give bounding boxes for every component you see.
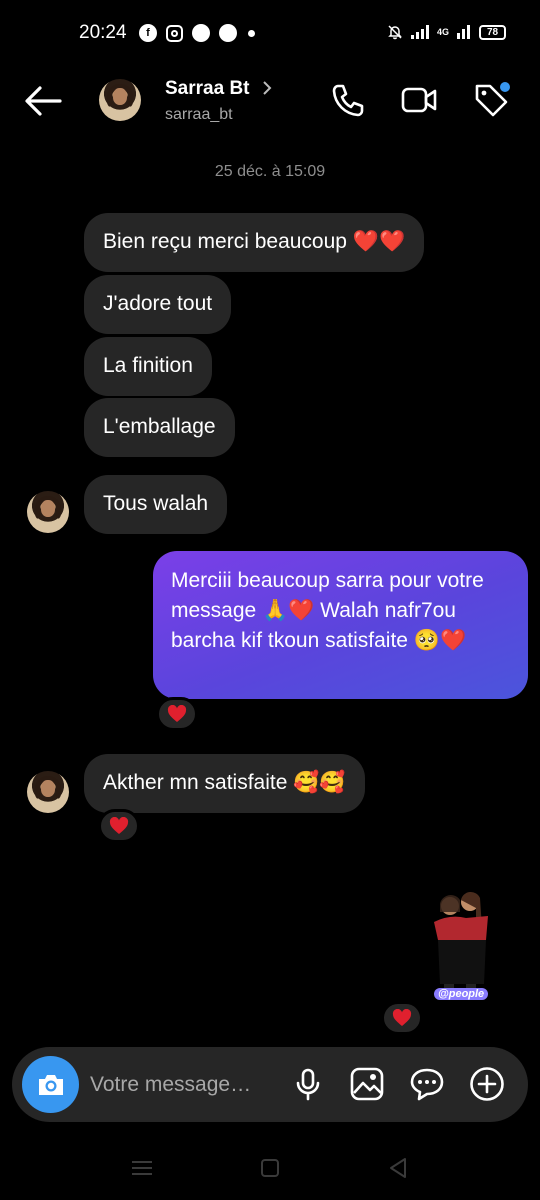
- contact-handle[interactable]: sarraa_bt: [165, 106, 233, 124]
- sticker-icon[interactable]: [409, 1066, 445, 1102]
- message-input[interactable]: [90, 1067, 280, 1103]
- chat-header: Sarraa Bt sarraa_bt: [0, 66, 540, 136]
- status-bar: 20:24 f 4G 78: [0, 0, 540, 66]
- status-time: 20:24: [79, 22, 127, 43]
- sticker-label: @people: [434, 988, 489, 1000]
- back-arrow-icon[interactable]: [22, 80, 64, 122]
- message-bubble[interactable]: J'adore tout: [84, 275, 232, 334]
- network-type: 4G: [436, 26, 449, 37]
- camera-icon: [38, 1074, 63, 1095]
- home-icon[interactable]: [258, 1156, 282, 1180]
- chevron-right-icon[interactable]: [262, 80, 272, 96]
- conversation-timestamp: 25 déc. à 15:09: [214, 163, 326, 180]
- signal-icon: [410, 25, 429, 39]
- messenger-icon: [219, 24, 237, 42]
- tag-button[interactable]: [472, 81, 510, 119]
- message-bubble[interactable]: L'emballage: [84, 398, 235, 457]
- contact-avatar[interactable]: [99, 79, 141, 121]
- system-status: 4G 78: [387, 24, 506, 40]
- signal-icon-2: [457, 25, 470, 39]
- sender-avatar[interactable]: [27, 771, 69, 813]
- contact-name[interactable]: Sarraa Bt: [165, 78, 250, 100]
- heart-reaction[interactable]: [156, 697, 198, 731]
- messages-icon: [192, 24, 210, 42]
- message-bubble[interactable]: Akther mn satisfaite 🥰🥰: [84, 754, 365, 813]
- video-camera-icon[interactable]: [400, 81, 438, 119]
- plus-icon[interactable]: [469, 1066, 505, 1102]
- heart-icon: [109, 817, 129, 834]
- message-bubble[interactable]: Bien reçu merci beaucoup ❤️❤️: [84, 213, 425, 272]
- message-bubble[interactable]: La finition: [84, 337, 212, 396]
- system-nav-bar: [0, 1140, 540, 1200]
- sender-avatar[interactable]: [27, 491, 69, 533]
- heart-reaction[interactable]: [381, 1001, 423, 1035]
- phone-icon[interactable]: [329, 81, 367, 119]
- facebook-icon: f: [139, 24, 157, 42]
- instagram-icon: [166, 24, 183, 42]
- recent-apps-icon[interactable]: [130, 1156, 154, 1180]
- camera-button[interactable]: [22, 1056, 79, 1113]
- gallery-icon[interactable]: [349, 1066, 385, 1102]
- mute-icon: [388, 25, 402, 40]
- heart-icon: [167, 705, 187, 722]
- heart-icon: [392, 1009, 412, 1026]
- outgoing-message-bubble[interactable]: Merciii beaucoup sarra pour votre messag…: [153, 551, 528, 699]
- heart-reaction[interactable]: [98, 809, 140, 843]
- battery-icon: 78: [479, 24, 506, 40]
- message-composer: [12, 1047, 528, 1122]
- more-notifications-icon: [248, 29, 255, 37]
- back-icon[interactable]: [386, 1156, 410, 1180]
- notification-dot: [500, 82, 510, 92]
- microphone-icon[interactable]: [290, 1066, 326, 1102]
- notification-icons: f: [139, 24, 255, 42]
- message-bubble[interactable]: Tous walah: [84, 475, 228, 534]
